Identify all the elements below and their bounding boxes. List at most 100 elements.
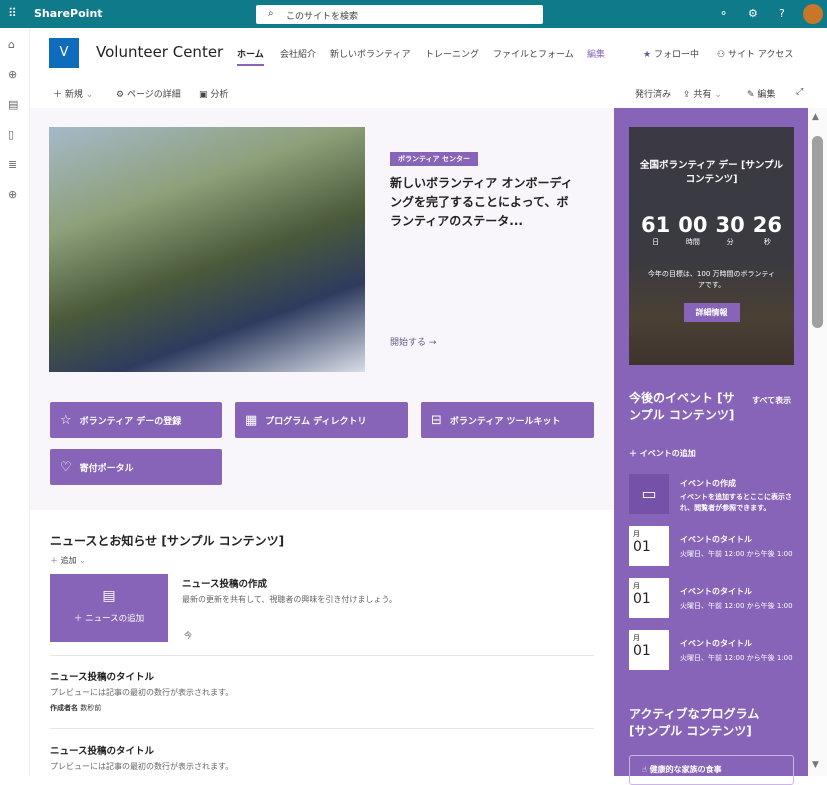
analytics-icon: ▣ — [199, 90, 208, 100]
gear-icon[interactable]: ⚙ — [748, 7, 758, 20]
countdown-card: 全国ボランティア デー [サンプル コンテンツ] 61 日 00 時間 30 分 26… — [629, 127, 794, 365]
site-access-label: サイト アクセス — [727, 50, 794, 60]
left-rail: ⌂ ⊕ ▤ ▯ ≣ ⊕ — [0, 28, 30, 776]
program-label: 健康的な家族の食事 — [649, 765, 722, 774]
site-title[interactable]: Volunteer Center — [96, 43, 223, 61]
quicklink-label: ボランティア デーの登録 — [79, 416, 182, 427]
nav-files-forms[interactable]: ファイルとフォーム — [493, 47, 574, 60]
event-title[interactable]: イベントのタイトル — [680, 586, 752, 597]
start-link[interactable]: 開始する → — [390, 335, 436, 348]
nav-edit[interactable]: 編集 — [587, 47, 605, 60]
page-details-label: ページの詳細 — [126, 90, 181, 100]
event-title[interactable]: イベントのタイトル — [680, 534, 752, 545]
scrollbar-thumb[interactable] — [812, 136, 823, 328]
share-button[interactable]: ⇪ 共有 ⌄ — [683, 87, 722, 100]
page-details-button[interactable]: ⚙ ページの詳細 — [116, 87, 181, 100]
create-icon[interactable]: ⊕ — [8, 188, 17, 201]
news-heading: ニュースとお知らせ [サンプル コンテンツ] — [50, 534, 285, 548]
chevron-down-icon: ⌄ — [79, 556, 86, 565]
news-post-title[interactable]: ニュース投稿のタイトル — [50, 669, 154, 683]
quicklink-directory[interactable]: ▦ プログラム ディレクトリ — [235, 402, 408, 438]
divider — [50, 655, 594, 656]
calendar-icon: ▭ — [629, 474, 669, 514]
chevron-down-icon: ⌄ — [85, 90, 94, 100]
program-link[interactable]: ☝ 健康的な家族の食事 — [629, 755, 794, 785]
add-event-button[interactable]: ＋ イベントの追加 — [629, 448, 696, 459]
nav-training[interactable]: トレーニング — [425, 47, 479, 60]
analytics-button[interactable]: ▣ 分析 — [199, 87, 228, 100]
globe-icon[interactable]: ⊕ — [8, 68, 17, 81]
document-icon[interactable]: ▯ — [8, 128, 14, 141]
quicklink-toolkit[interactable]: ⊟ ボランティア ツールキット — [421, 402, 594, 438]
clipboard-icon: ▦ — [245, 412, 258, 428]
create-event-title[interactable]: イベントの作成 — [680, 478, 736, 489]
news-post-title[interactable]: ニュース投稿のタイトル — [50, 743, 154, 757]
new-button[interactable]: ＋ 新規 ⌄ — [53, 87, 93, 100]
heart-icon: ♡ — [60, 459, 72, 475]
nav-new-volunteers[interactable]: 新しいボランティア — [330, 47, 410, 60]
edit-button[interactable]: ✎ 編集 — [747, 87, 775, 100]
edit-label: 編集 — [757, 90, 776, 100]
news-add-label: 追加 — [60, 556, 77, 565]
follow-button[interactable]: ★ フォロー中 — [643, 47, 699, 60]
countdown-days: 61 日 — [641, 213, 671, 246]
nav-about[interactable]: 会社紹介 — [280, 47, 316, 60]
news-add-button[interactable]: ＋ 追加 ⌄ — [50, 555, 86, 566]
analytics-label: 分析 — [210, 90, 229, 100]
quicklink-donation[interactable]: ♡ 寄付ポータル — [50, 449, 222, 485]
event-date: 月 01 — [629, 630, 669, 670]
hero-image[interactable] — [49, 127, 365, 372]
countdown-goal: 今年の目標は、100 万時間のボランティアです。 — [647, 270, 776, 289]
help-icon[interactable]: ? — [779, 7, 785, 20]
hero-tag: ボランティア センター — [390, 152, 479, 166]
hand-icon: ☝ — [642, 765, 647, 774]
add-event-label: イベントの追加 — [639, 449, 696, 458]
event-title[interactable]: イベントのタイトル — [680, 638, 752, 649]
news-post-author: 作成者名 — [50, 704, 78, 712]
share-people-icon[interactable]: ⚬ — [719, 7, 728, 20]
hero-title[interactable]: 新しいボランティア オンボーディングを完了することによって、ボランティアのステー… — [390, 174, 575, 231]
add-news-label: ニュースの追加 — [85, 614, 145, 624]
plus-icon: ＋ — [50, 556, 58, 565]
list-icon[interactable]: ≣ — [8, 158, 17, 171]
news-icon: ▤ — [102, 588, 116, 604]
arrow-right-icon: → — [428, 338, 437, 348]
share-icon: ⇪ — [683, 90, 691, 100]
event-date: 月 01 — [629, 578, 669, 618]
briefcase-icon: ⊟ — [431, 412, 442, 428]
nav-home[interactable]: ホーム — [237, 47, 264, 66]
home-icon[interactable]: ⌂ — [8, 38, 15, 51]
create-news-title[interactable]: ニュース投稿の作成 — [182, 576, 267, 590]
search-placeholder: このサイトを検索 — [286, 12, 359, 22]
app-launcher-icon[interactable]: ⠿ — [8, 7, 20, 19]
chevron-down-icon: ⌄ — [714, 90, 722, 100]
event-item[interactable]: 月 01 — [629, 526, 669, 566]
learn-more-button[interactable]: 詳細情報 — [683, 303, 740, 322]
star-icon: ★ — [643, 50, 652, 60]
see-all-link[interactable]: すべて表示 — [752, 395, 791, 406]
news-post-preview: プレビューには記事の最初の数行が表示されます。 — [50, 762, 234, 771]
event-item[interactable]: 月 01 — [629, 578, 669, 618]
site-access-button[interactable]: ⚇ サイト アクセス — [717, 47, 793, 60]
people-icon: ⚇ — [717, 50, 726, 60]
news-post-preview: プレビューには記事の最初の数行が表示されます。 — [50, 688, 234, 697]
scroll-down-icon[interactable]: ▼ — [812, 760, 819, 770]
countdown-seconds: 26 秒 — [752, 213, 782, 246]
quicklink-label: ボランティア ツールキット — [449, 416, 561, 427]
start-label: 開始する — [390, 338, 427, 348]
gear-icon: ⚙ — [116, 90, 125, 100]
scroll-up-icon[interactable]: ▲ — [812, 112, 819, 122]
add-news-button[interactable]: ▤ ＋ ニュースの追加 — [50, 574, 168, 642]
expand-icon[interactable]: ⤢ — [796, 87, 803, 97]
event-item[interactable]: 月 01 — [629, 630, 669, 670]
event-date: 月 01 — [629, 526, 669, 566]
search-input[interactable]: ⌕ このサイトを検索 — [256, 5, 543, 24]
quicklink-label: プログラム ディレクトリ — [265, 416, 367, 427]
search-icon: ⌕ — [268, 8, 274, 19]
news-icon[interactable]: ▤ — [8, 98, 18, 111]
app-name[interactable]: SharePoint — [34, 7, 103, 20]
events-heading: 今後のイベント [サンプル コンテンツ] — [629, 391, 735, 422]
quicklink-register[interactable]: ☆ ボランティア デーの登録 — [50, 402, 222, 438]
event-time: 火曜日、午前 12:00 から午後 1:00 — [680, 602, 793, 610]
avatar[interactable] — [803, 4, 823, 24]
